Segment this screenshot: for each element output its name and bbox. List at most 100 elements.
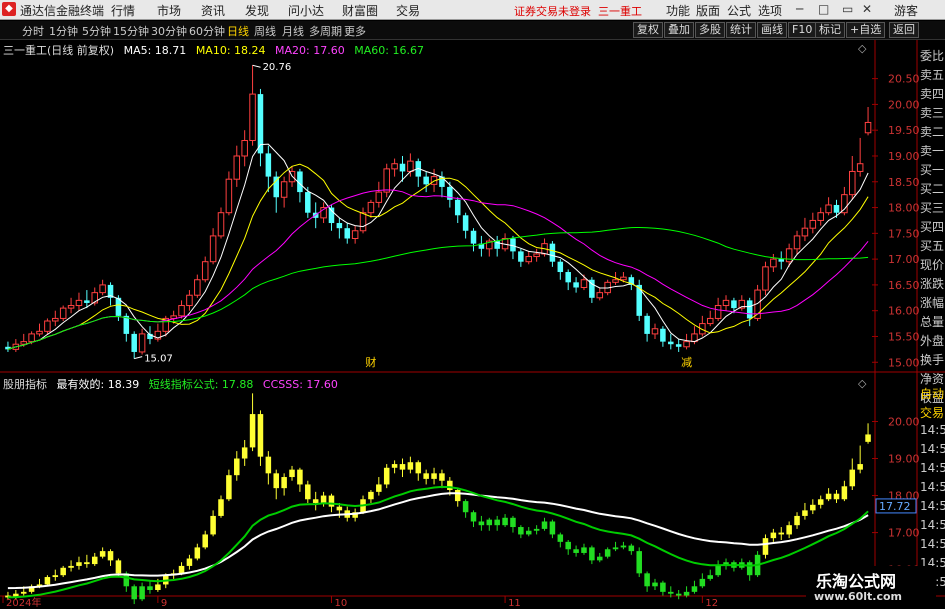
indicator-bar [91,556,98,565]
candle-down [675,344,682,347]
candle-up [367,201,375,214]
candle-up [864,121,872,134]
x-tick-label: 10 [334,598,347,609]
candle-down [423,176,429,185]
indicator-bar [841,486,848,500]
candle-up [849,170,856,196]
indicator-bar [833,493,840,500]
candle-up [856,163,864,172]
candle-down [273,176,279,198]
candle-up [52,317,59,322]
side-item: 买一 [920,163,945,177]
candle-up [201,261,209,281]
sub-legend: 股朋指标 最有效的: 18.39 短线指标公式: 17.88 CCSSS: 17… [3,376,344,392]
candle-up [28,333,35,343]
candle-up [375,191,383,203]
indicator-bar [699,578,706,587]
watermark-url: www.60lt.com [814,590,903,603]
indicator-bar [644,573,650,587]
side-item: 买五 [920,239,945,253]
indicator-bar [399,464,406,470]
ma5-label: MA5: 18.71 [123,44,187,57]
candle-down [746,300,753,319]
indicator-bar [865,434,871,442]
trade-side-item: 14:56 [920,499,945,513]
candle-up [359,212,367,232]
candle-up [841,194,848,214]
ccsss-label: CCSSS: 17.60 [262,378,338,391]
indicator-bar [60,567,66,576]
candle-up [525,256,533,263]
indicator-bar [376,484,382,492]
indicator-bar [668,591,674,594]
indicator-bar [691,586,698,592]
side-item: 总量 [920,315,945,329]
indicator-bar [99,551,106,557]
side-item: 卖三 [920,106,945,120]
candle-up [280,181,288,198]
indicator-bar [407,462,414,470]
indicator-bar [234,458,240,476]
indicator-bar [612,547,619,550]
indicator-bar [707,575,713,579]
indicator-bar [155,584,161,590]
indicator-bar [297,469,303,485]
candle-up [383,168,390,193]
main-chart-title: 三一重工(日线 前复权) [3,44,115,57]
indicator-bar [541,521,548,529]
indicator-bar [423,473,429,479]
candle-down [344,228,351,239]
trade-side-item: 交易 [920,406,945,420]
side-item: 买三 [920,201,945,215]
indicator-bar [107,551,114,561]
indicator-bar [186,558,193,566]
indicator-bar [462,501,469,513]
side-item: 涨幅 [920,296,945,310]
indicator-bar [636,551,642,574]
indicator-bar [589,547,595,561]
candle-up [209,235,217,263]
annotation-label: 20.76 [263,62,292,73]
indicator-bar [226,475,232,500]
candle-up [20,341,27,345]
trade-side-item: 14:56 [920,480,945,494]
best-value-label: 最有效的: 18.39 [56,378,140,391]
y-tick-label: 17.00 [888,253,920,266]
ma10-line [7,163,869,350]
candle-down [731,300,737,309]
watermark: 乐淘公式网 www.60lt.com [806,566,936,606]
indicator-bar [415,462,422,474]
indicator-bar [312,499,319,503]
candle-down [668,341,674,345]
indicator-bar [470,512,477,522]
candle-up [620,276,627,281]
candle-up [762,266,769,291]
candle-up [225,178,233,214]
y-tick-label: 18.00 [888,202,920,215]
indicator-bar [383,467,390,485]
indicator-bar [533,528,540,531]
candle-up [809,219,817,229]
indicator-bar [817,499,824,505]
y-tick-label: 15.00 [888,356,920,369]
indicator-bar [510,517,516,528]
indicator-bar [131,586,137,600]
candle-up [533,253,540,258]
indicator-bar [20,591,27,594]
indicator-bar [68,565,74,568]
candle-up [683,341,690,348]
kline-chart[interactable]: 20.50 20.00 19.50 19.00 18.50 18.00 17.50 17.00… [0,0,945,609]
indicator-bar [84,562,90,565]
side-item: 换手 [920,353,945,367]
side-item: 委比 [920,49,945,63]
indicator-bar [802,510,808,516]
candle-down [644,315,650,334]
ma20-label: MA20: 17.60 [275,44,345,57]
candle-up [722,299,730,307]
indicator-bar [210,515,216,535]
indicator-bar [447,480,453,490]
candle-down [454,199,461,216]
indicator-bar [439,473,445,481]
candle-up [817,212,824,221]
indicator-bar [810,504,816,511]
